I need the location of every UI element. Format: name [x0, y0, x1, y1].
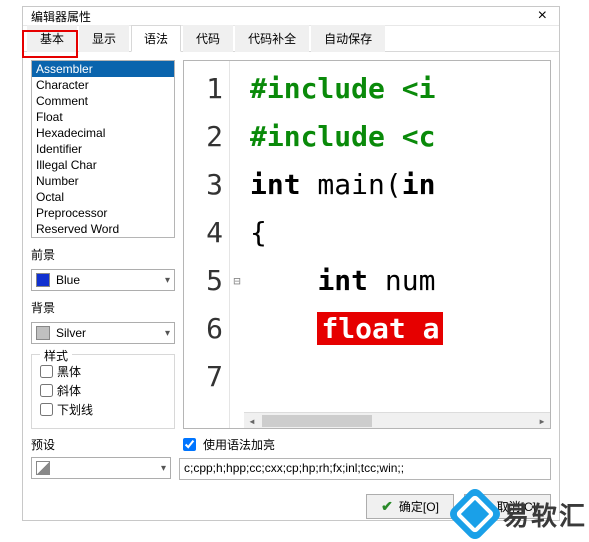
dialog-body: AssemblerCharacterCommentFloatHexadecima…: [23, 52, 559, 488]
ok-label: 确定[O]: [399, 498, 439, 515]
token-item[interactable]: Hexadecimal: [32, 125, 174, 141]
tabstrip: 基本显示语法代码代码补全自动保存: [23, 26, 559, 52]
tab-1[interactable]: 显示: [79, 25, 129, 52]
syntax-highlight-checkbox[interactable]: [183, 438, 196, 451]
tab-0[interactable]: 基本: [27, 25, 77, 52]
ok-button[interactable]: ✔ 确定[O]: [366, 494, 454, 519]
token-item[interactable]: Reserved Word: [32, 221, 174, 237]
token-item[interactable]: Preprocessor: [32, 205, 174, 221]
preset-icon: [36, 461, 50, 475]
foreground-label: 前景: [31, 246, 175, 263]
italic-checkbox[interactable]: [40, 384, 53, 397]
tab-4[interactable]: 代码补全: [235, 25, 309, 52]
underline-label: 下划线: [57, 401, 93, 418]
background-swatch: [36, 326, 50, 340]
fold-gutter: ⊟: [230, 61, 244, 428]
token-item[interactable]: Float: [32, 109, 174, 125]
token-item[interactable]: Character: [32, 77, 174, 93]
bold-checkbox[interactable]: [40, 365, 53, 378]
window-title: 编辑器属性: [31, 8, 534, 25]
extensions-input[interactable]: c;cpp;h;hpp;cc;cxx;cp;hp;rh;fx;inl;tcc;w…: [179, 458, 551, 480]
watermark-icon: [447, 486, 504, 542]
scroll-left-icon[interactable]: ◂: [244, 414, 260, 428]
close-icon[interactable]: ×: [534, 7, 551, 25]
token-item[interactable]: Assembler: [32, 61, 174, 77]
bold-label: 黑体: [57, 363, 81, 380]
tab-2[interactable]: 语法: [131, 25, 181, 52]
preset-combo[interactable]: ▾: [31, 457, 171, 479]
token-item[interactable]: Octal: [32, 189, 174, 205]
code-preview: 1234567 ⊟ #include <i#include <cint main…: [183, 60, 551, 429]
style-group: 样式 黑体 斜体 下划线: [31, 354, 175, 429]
token-item[interactable]: Comment: [32, 93, 174, 109]
foreground-swatch: [36, 273, 50, 287]
upper-pane: AssemblerCharacterCommentFloatHexadecima…: [31, 60, 551, 429]
chevron-down-icon: ▾: [161, 463, 166, 474]
token-item[interactable]: Illegal Char: [32, 157, 174, 173]
code-area: #include <i#include <cint main(in{ int n…: [244, 61, 550, 428]
foreground-combo[interactable]: Blue ▾: [31, 269, 175, 291]
line-number-gutter: 1234567: [184, 61, 230, 428]
background-value: Silver: [56, 326, 159, 340]
token-item[interactable]: Number: [32, 173, 174, 189]
watermark-text: 易软汇: [503, 496, 587, 533]
editor-properties-window: 编辑器属性 × 基本显示语法代码代码补全自动保存 AssemblerCharac…: [22, 6, 560, 521]
underline-checkbox[interactable]: [40, 403, 53, 416]
foreground-value: Blue: [56, 273, 159, 287]
background-combo[interactable]: Silver ▾: [31, 322, 175, 344]
token-item[interactable]: Identifier: [32, 141, 174, 157]
italic-checkbox-row[interactable]: 斜体: [40, 382, 166, 399]
horizontal-scrollbar[interactable]: ◂ ▸: [244, 412, 550, 428]
chevron-down-icon: ▾: [165, 275, 170, 286]
background-label: 背景: [31, 299, 175, 316]
left-column: AssemblerCharacterCommentFloatHexadecima…: [31, 60, 175, 429]
scroll-thumb[interactable]: [262, 415, 372, 427]
syntax-highlight-label: 使用语法加亮: [203, 436, 275, 453]
scroll-right-icon[interactable]: ▸: [534, 414, 550, 428]
check-icon: ✔: [381, 498, 393, 515]
italic-label: 斜体: [57, 382, 81, 399]
lower-pane: 预设 ▾ 使用语法加亮 c;cpp;h;hpp;cc;cxx;cp;hp;rh;…: [31, 435, 551, 480]
titlebar: 编辑器属性 ×: [23, 7, 559, 26]
style-legend: 样式: [40, 347, 72, 364]
underline-checkbox-row[interactable]: 下划线: [40, 401, 166, 418]
tab-3[interactable]: 代码: [183, 25, 233, 52]
preset-label: 预设: [31, 436, 91, 453]
bold-checkbox-row[interactable]: 黑体: [40, 363, 166, 380]
watermark: 易软汇: [455, 494, 587, 534]
chevron-down-icon: ▾: [165, 328, 170, 339]
tab-5[interactable]: 自动保存: [311, 25, 385, 52]
syntax-highlight-row[interactable]: 使用语法加亮: [179, 435, 551, 454]
token-listbox[interactable]: AssemblerCharacterCommentFloatHexadecima…: [31, 60, 175, 238]
